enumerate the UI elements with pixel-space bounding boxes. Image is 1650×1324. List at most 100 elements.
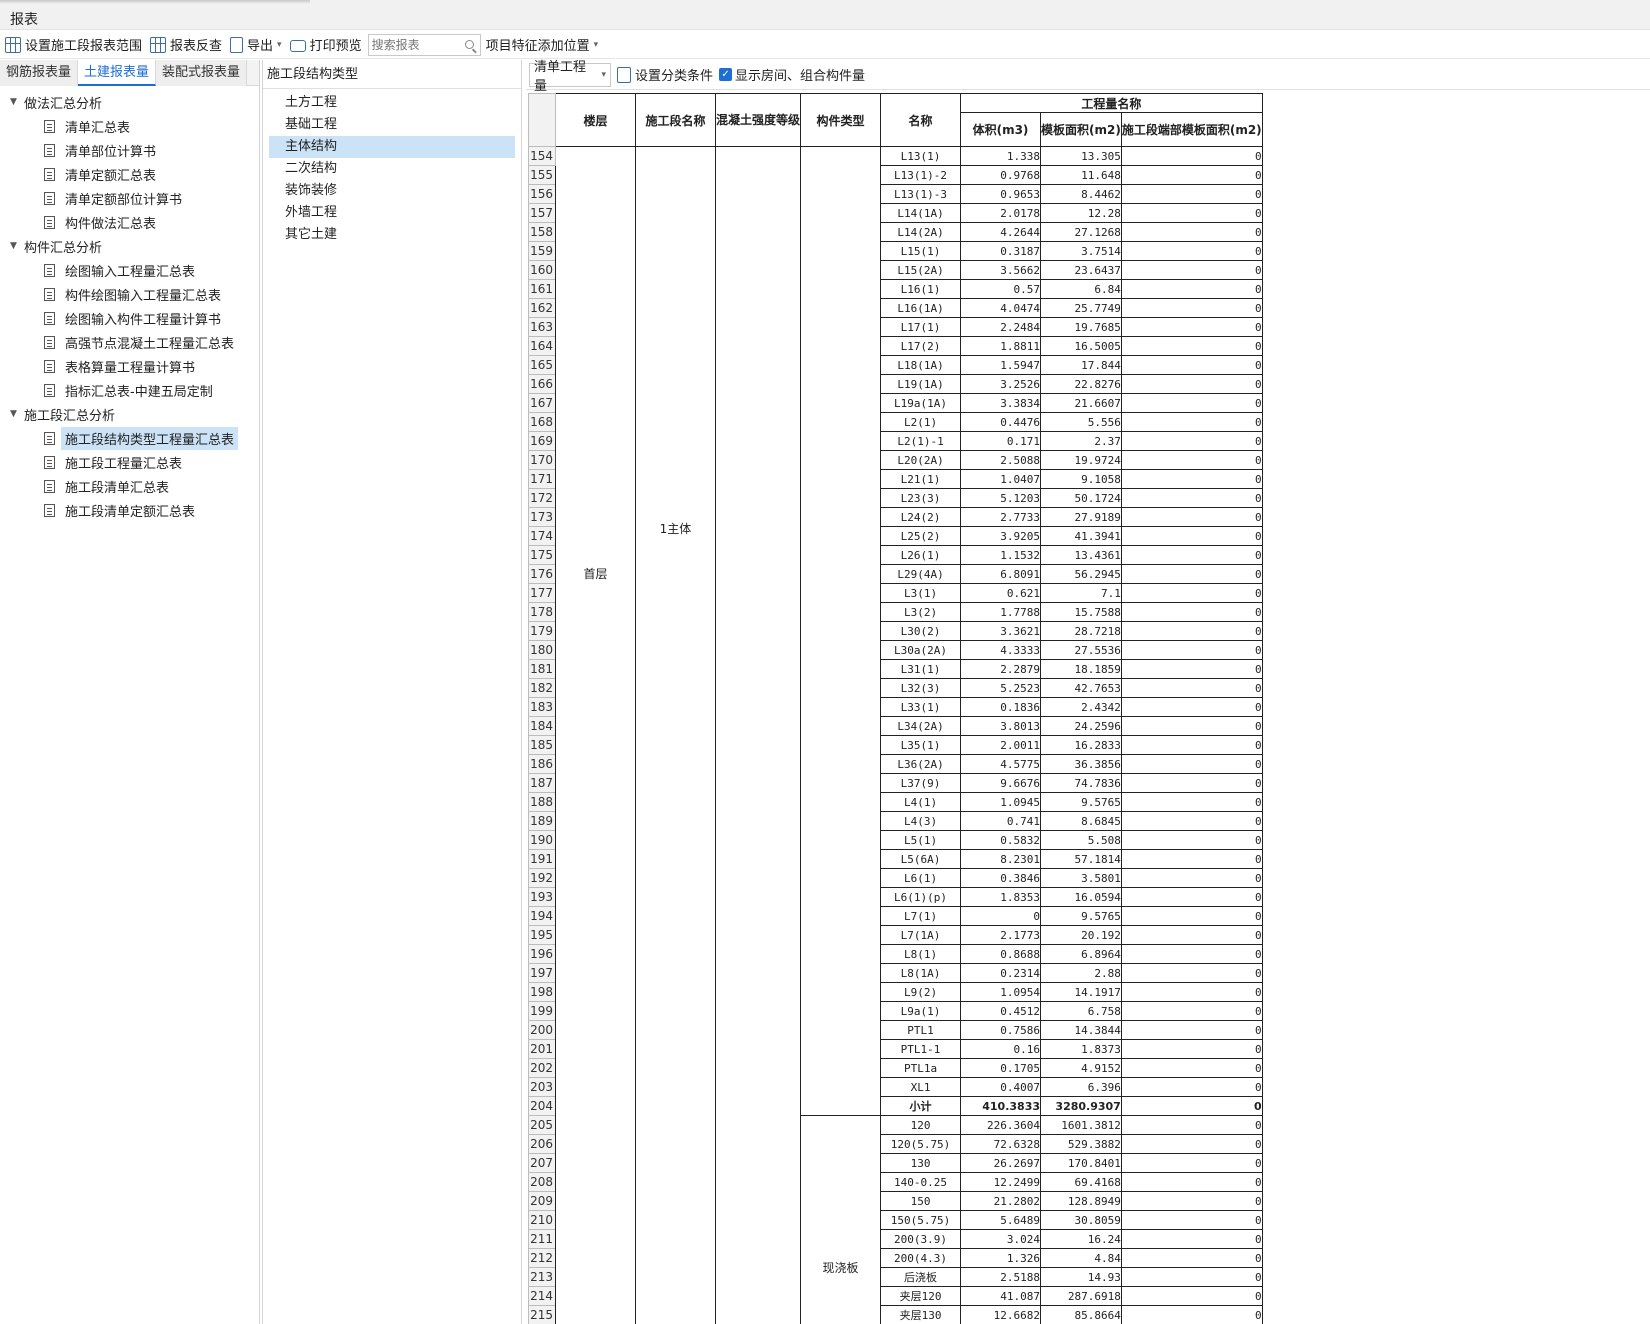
tree-item[interactable]: 构件做法汇总表	[0, 210, 259, 234]
cell-name[interactable]: 200(4.3)	[880, 1248, 962, 1268]
cell-volume[interactable]: 3.2526	[960, 374, 1042, 394]
cell-name[interactable]: L3(1)	[880, 583, 962, 603]
cell-end-formwork[interactable]: 0	[1120, 165, 1263, 185]
cell-formwork[interactable]: 20.192	[1040, 925, 1122, 945]
cell-volume[interactable]: 3.8013	[960, 716, 1042, 736]
cell-name[interactable]: L21(1)	[880, 469, 962, 489]
collapse-triangle-icon[interactable]: ▼	[10, 409, 24, 419]
cell-name[interactable]: PTL1a	[880, 1058, 962, 1078]
cell-formwork[interactable]: 11.648	[1040, 165, 1122, 185]
cell-volume[interactable]: 0.741	[960, 811, 1042, 831]
cell-end-formwork[interactable]: 0	[1120, 298, 1263, 318]
cell-volume[interactable]: 3.9205	[960, 526, 1042, 546]
cell-end-formwork[interactable]: 0	[1120, 146, 1263, 166]
cell-name[interactable]: 夹层120	[880, 1286, 962, 1306]
cell-volume[interactable]: 2.0011	[960, 735, 1042, 755]
cell-end-formwork[interactable]: 0	[1120, 1286, 1263, 1306]
cell-formwork[interactable]: 7.1	[1040, 583, 1122, 603]
cell-end-formwork[interactable]: 0	[1120, 1172, 1263, 1192]
cell-volume[interactable]: 2.5188	[960, 1267, 1042, 1287]
cell-volume[interactable]: 0	[960, 906, 1042, 926]
cell-end-formwork[interactable]: 0	[1120, 545, 1263, 565]
cell-volume[interactable]: 4.3333	[960, 640, 1042, 660]
cell-end-formwork[interactable]: 0	[1120, 1039, 1263, 1059]
cell-end-formwork[interactable]: 0	[1120, 374, 1263, 394]
tree-item[interactable]: 清单定额汇总表	[0, 162, 259, 186]
cell-end-formwork[interactable]: 0	[1120, 1115, 1263, 1135]
cell-formwork[interactable]: 22.8276	[1040, 374, 1122, 394]
cell-end-formwork[interactable]: 0	[1120, 1134, 1263, 1154]
cell-end-formwork[interactable]: 0	[1120, 640, 1263, 660]
cell-volume[interactable]: 4.0474	[960, 298, 1042, 318]
cell-formwork[interactable]: 57.1814	[1040, 849, 1122, 869]
cell-formwork[interactable]: 25.7749	[1040, 298, 1122, 318]
cell-volume[interactable]: 26.2697	[960, 1153, 1042, 1173]
collapse-triangle-icon[interactable]: ▼	[10, 97, 24, 107]
cell-volume[interactable]: 1.7788	[960, 602, 1042, 622]
cell-volume[interactable]: 0.1705	[960, 1058, 1042, 1078]
cell-end-formwork[interactable]: 0	[1120, 1305, 1263, 1324]
cell-end-formwork[interactable]: 0	[1120, 469, 1263, 489]
cell-volume[interactable]: 0.7586	[960, 1020, 1042, 1040]
cell-volume[interactable]: 0.5832	[960, 830, 1042, 850]
cell-volume[interactable]: 2.2484	[960, 317, 1042, 337]
cell-volume[interactable]: 0.4007	[960, 1077, 1042, 1097]
cell-end-formwork[interactable]: 0	[1120, 811, 1263, 831]
cell-volume[interactable]: 4.5775	[960, 754, 1042, 774]
cell-name[interactable]: L8(1)	[880, 944, 962, 964]
cell-volume[interactable]: 41.087	[960, 1286, 1042, 1306]
cell-volume[interactable]: 5.2523	[960, 678, 1042, 698]
cell-name[interactable]: L17(1)	[880, 317, 962, 337]
cell-formwork[interactable]: 15.7588	[1040, 602, 1122, 622]
cell-formwork[interactable]: 21.6607	[1040, 393, 1122, 413]
cell-formwork[interactable]: 12.28	[1040, 203, 1122, 223]
cell-formwork[interactable]: 42.7653	[1040, 678, 1122, 698]
cell-end-formwork[interactable]: 0	[1120, 393, 1263, 413]
cell-name[interactable]: L16(1A)	[880, 298, 962, 318]
cell-name[interactable]: L6(1)(p)	[880, 887, 962, 907]
cell-formwork[interactable]: 170.8401	[1040, 1153, 1122, 1173]
cell-formwork[interactable]: 5.508	[1040, 830, 1122, 850]
tree-item[interactable]: 施工段清单汇总表	[0, 474, 259, 498]
cell-end-formwork[interactable]: 0	[1120, 963, 1263, 983]
structure-type-item[interactable]: 土方工程	[269, 92, 515, 114]
cell-end-formwork[interactable]: 0	[1120, 1020, 1263, 1040]
cell-name[interactable]: L18(1A)	[880, 355, 962, 375]
cell-end-formwork[interactable]: 0	[1120, 279, 1263, 299]
cell-end-formwork[interactable]: 0	[1120, 583, 1263, 603]
cell-name[interactable]: L31(1)	[880, 659, 962, 679]
cell-end-formwork[interactable]: 0	[1120, 355, 1263, 375]
cell-formwork[interactable]: 16.5005	[1040, 336, 1122, 356]
cell-formwork[interactable]: 9.1058	[1040, 469, 1122, 489]
search-icon[interactable]	[464, 39, 474, 49]
cell-end-formwork[interactable]: 0	[1120, 1001, 1263, 1021]
tree-item[interactable]: 施工段清单定额汇总表	[0, 498, 259, 522]
cell-formwork[interactable]: 6.84	[1040, 279, 1122, 299]
cell-volume[interactable]: 72.6328	[960, 1134, 1042, 1154]
cell-name[interactable]: 150(5.75)	[880, 1210, 962, 1230]
cell-name[interactable]: L13(1)	[880, 146, 962, 166]
cell-formwork[interactable]: 2.4342	[1040, 697, 1122, 717]
cell-formwork[interactable]: 14.1917	[1040, 982, 1122, 1002]
cell-formwork[interactable]: 18.1859	[1040, 659, 1122, 679]
cell-volume[interactable]: 2.1773	[960, 925, 1042, 945]
cell-end-formwork[interactable]: 0	[1120, 792, 1263, 812]
add-position-dropdown[interactable]: 项目特征添加位置 ▾	[481, 33, 602, 57]
cell-name[interactable]: L5(6A)	[880, 849, 962, 869]
cell-volume[interactable]: 0.4512	[960, 1001, 1042, 1021]
tree-group-method-summary[interactable]: ▼ 做法汇总分析	[0, 90, 259, 114]
cell-formwork[interactable]: 16.24	[1040, 1229, 1122, 1249]
tree-group-segment-summary[interactable]: ▼ 施工段汇总分析	[0, 402, 259, 426]
cell-volume[interactable]: 1.8353	[960, 887, 1042, 907]
cell-volume[interactable]: 21.2802	[960, 1191, 1042, 1211]
cell-end-formwork[interactable]: 0	[1120, 906, 1263, 926]
cell-name[interactable]: L37(9)	[880, 773, 962, 793]
cell-name[interactable]: L13(1)-3	[880, 184, 962, 204]
cell-formwork[interactable]: 13.4361	[1040, 545, 1122, 565]
cell-end-formwork[interactable]: 0	[1120, 1229, 1263, 1249]
collapse-triangle-icon[interactable]: ▼	[10, 241, 24, 251]
cell-name[interactable]: 夹层130	[880, 1305, 962, 1324]
tab-prefab-report[interactable]: 装配式报表量	[156, 60, 248, 86]
reverse-check-button[interactable]: 报表反查	[145, 33, 225, 57]
cell-name[interactable]: XL1	[880, 1077, 962, 1097]
